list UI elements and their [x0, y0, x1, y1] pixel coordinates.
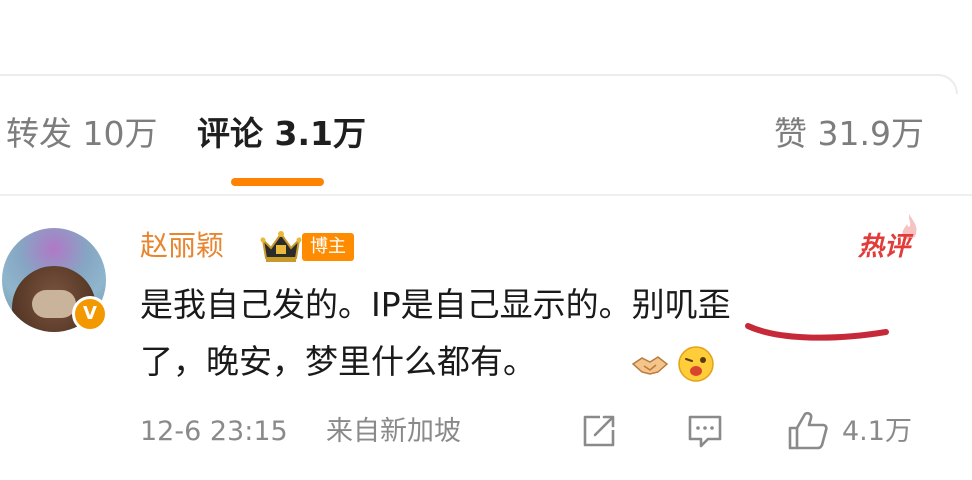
comment-text-part: 是我自己发的。IP是自己显示的。 — [140, 285, 632, 324]
reply-icon[interactable] — [686, 412, 724, 450]
verified-badge: V — [72, 296, 108, 332]
tab-bar: 转发 10万 评论 3.1万 赞 31.9万 — [0, 108, 972, 168]
wink-emoji — [678, 346, 714, 382]
like-count: 4.1万 — [842, 416, 912, 447]
tab-comment[interactable]: 评论 3.1万 — [197, 108, 366, 160]
tab-repost[interactable]: 转发 10万 — [6, 108, 157, 160]
comment-time: 12-6 23:15 — [140, 416, 288, 447]
comment-username[interactable]: 赵丽颖 — [140, 226, 224, 266]
crown-icon — [260, 231, 302, 262]
avatar-face — [32, 290, 76, 318]
comment-text-line1: 是我自己发的。IP是自己显示的。别叽歪 — [140, 281, 731, 329]
hot-comment-tag: 热评 — [857, 232, 910, 262]
card-top-edge — [0, 74, 958, 94]
handshake-emoji — [631, 356, 669, 375]
tab-like[interactable]: 赞 31.9万 — [774, 108, 924, 160]
comment-text-line2: 了，晚安，梦里什么都有。 — [140, 342, 536, 381]
active-tab-indicator — [231, 178, 324, 186]
top-blank-area — [0, 0, 972, 74]
like-icon[interactable] — [786, 408, 830, 452]
comment-location: 来自新加坡 — [326, 416, 461, 447]
share-icon[interactable] — [580, 412, 618, 450]
blogger-badge: 博主 — [302, 233, 354, 261]
red-underline-annotation — [745, 323, 889, 341]
divider — [0, 194, 972, 196]
underlined-phrase: 别叽歪 — [631, 285, 731, 324]
